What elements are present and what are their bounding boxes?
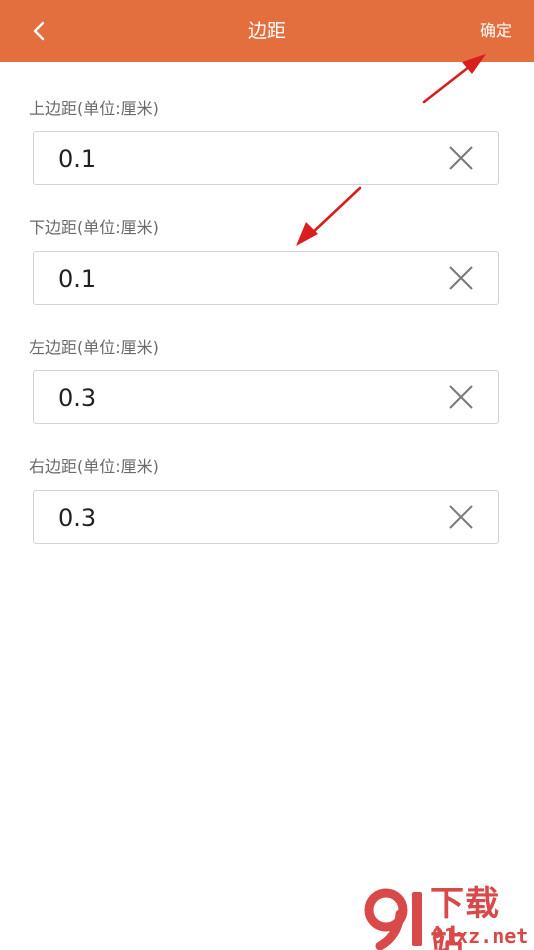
bottom-margin-input[interactable]	[56, 252, 420, 306]
arrow-to-input-icon	[296, 186, 362, 246]
right-margin-label: 右边距(单位:厘米)	[29, 457, 159, 476]
left-margin-label: 左边距(单位:厘米)	[29, 338, 159, 357]
top-app-bar: 边距 确定	[0, 0, 534, 62]
top-margin-label: 上边距(单位:厘米)	[29, 99, 159, 118]
page-title: 边距	[247, 20, 286, 42]
bottom-margin-field	[33, 251, 499, 306]
margin-settings-screen: 边距 确定 上边距(单位:厘米) 下边距(单位:厘米) 左边距(单位:厘米) 右…	[0, 0, 534, 950]
watermark-domain: 91xz.net	[432, 924, 529, 948]
bottom-margin-label: 下边距(单位:厘米)	[29, 218, 159, 237]
top-margin-input[interactable]	[56, 132, 420, 186]
confirm-button[interactable]: 确定	[480, 0, 512, 62]
close-icon[interactable]	[448, 504, 474, 530]
left-margin-input[interactable]	[56, 371, 420, 425]
watermark-logo-icon	[364, 888, 422, 950]
right-margin-input[interactable]	[56, 491, 420, 545]
close-icon[interactable]	[448, 145, 474, 171]
right-margin-field	[33, 490, 499, 545]
site-watermark: 下载站 91xz.net	[362, 884, 534, 950]
left-margin-field	[33, 370, 499, 425]
close-icon[interactable]	[448, 384, 474, 410]
close-icon[interactable]	[448, 265, 474, 291]
top-margin-field	[33, 131, 499, 186]
